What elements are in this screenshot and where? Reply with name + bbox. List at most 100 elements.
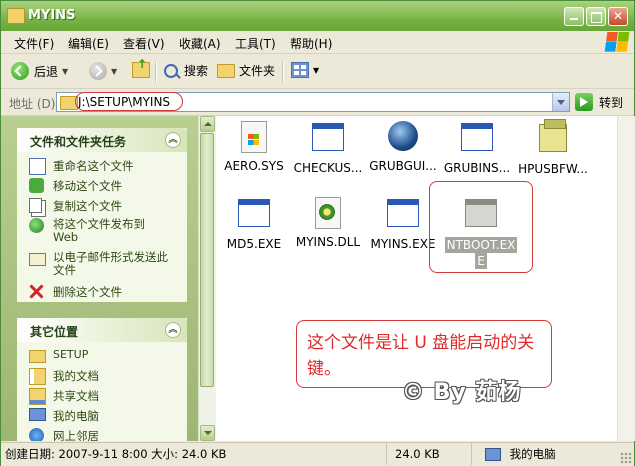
go-arrow-icon xyxy=(575,93,593,111)
back-button[interactable]: 后退 ▼ xyxy=(11,62,68,80)
go-button[interactable]: 转到 xyxy=(575,93,623,111)
scroll-up-button[interactable] xyxy=(200,116,215,132)
file-tasks-header[interactable]: 文件和文件夹任务 ︽ xyxy=(17,128,187,152)
exe-window-icon xyxy=(312,123,344,155)
file-name: MYINS.DLL xyxy=(295,235,361,249)
maximize-button[interactable] xyxy=(586,7,606,26)
file-name: AERO.SYS xyxy=(224,159,284,173)
collapse-icon[interactable]: ︽ xyxy=(165,322,181,338)
my-documents-icon xyxy=(29,368,46,385)
place-network[interactable]: 网上邻居 xyxy=(17,426,187,441)
views-dropdown-icon: ▼ xyxy=(313,65,320,75)
resize-grip-icon[interactable] xyxy=(620,452,632,464)
minimize-icon xyxy=(570,18,578,20)
place-label: SETUP xyxy=(53,348,89,361)
close-button[interactable]: ✕ xyxy=(608,7,628,26)
menu-favorites[interactable]: 收藏(A) xyxy=(179,35,221,52)
grub-icon xyxy=(387,121,419,153)
go-label: 转到 xyxy=(599,95,624,110)
address-input[interactable]: J:\SETUP\MYINS xyxy=(56,92,570,112)
task-copy[interactable]: 复制这个文件 xyxy=(17,196,187,216)
search-button[interactable]: 搜索 xyxy=(164,62,208,79)
dll-icon xyxy=(312,197,344,229)
delete-icon xyxy=(29,284,44,299)
exe-window-icon xyxy=(461,123,493,155)
back-dropdown-icon[interactable]: ▼ xyxy=(62,67,68,76)
forward-button[interactable]: ▼ xyxy=(89,62,117,80)
menu-edit[interactable]: 编辑(E) xyxy=(68,35,109,52)
window-title: MYINS xyxy=(28,8,76,23)
file-item[interactable]: AERO.SYS xyxy=(214,121,294,173)
folders-button[interactable]: 文件夹 xyxy=(217,62,275,79)
watermark: © By 茹杨 xyxy=(402,380,522,405)
other-places-header[interactable]: 其它位置 ︽ xyxy=(17,318,187,342)
folders-icon xyxy=(217,63,235,78)
file-tasks-panel: 文件和文件夹任务 ︽ 重命名这个文件 移动这个文件 复制这个文件 将这个文件发布… xyxy=(17,128,187,302)
my-computer-icon xyxy=(485,448,501,461)
file-name: CHECKUS... xyxy=(293,161,363,175)
views-icon xyxy=(291,62,309,78)
close-icon: ✕ xyxy=(612,9,624,23)
windows-logo-icon xyxy=(604,32,630,52)
minimize-button[interactable] xyxy=(564,7,584,26)
menu-file[interactable]: 文件(F) xyxy=(14,35,54,52)
menu-bar: 文件(F) 编辑(E) 查看(V) 收藏(A) 工具(T) 帮助(H) xyxy=(1,31,634,54)
toolbar: 后退 ▼ ▼ ↑ 搜索 文件夹 ▼ xyxy=(1,54,634,89)
forward-dropdown-icon[interactable]: ▼ xyxy=(111,67,117,76)
status-location: 我的电脑 xyxy=(485,443,615,465)
place-my-computer[interactable]: 我的电脑 xyxy=(17,406,187,426)
address-dropdown-button[interactable] xyxy=(552,93,569,111)
status-size-text: 24.0 KB xyxy=(395,447,440,461)
task-move[interactable]: 移动这个文件 xyxy=(17,176,187,196)
title-bar[interactable]: MYINS ✕ xyxy=(1,1,634,31)
views-button[interactable]: ▼ xyxy=(291,62,319,78)
up-folder-button[interactable]: ↑ xyxy=(132,58,150,78)
task-delete[interactable]: 删除这个文件 xyxy=(17,282,187,302)
file-item[interactable]: GRUBGUI... xyxy=(363,121,443,173)
system-file-icon xyxy=(238,121,270,153)
place-my-documents[interactable]: 我的文档 xyxy=(17,366,187,386)
collapse-icon[interactable]: ︽ xyxy=(165,132,181,148)
folder-icon xyxy=(29,350,46,363)
file-item[interactable]: MD5.EXE xyxy=(214,197,294,251)
highlight-circle xyxy=(429,181,533,273)
file-item[interactable]: MYINS.DLL xyxy=(288,197,368,249)
address-bar: 地址 (D) J:\SETUP\MYINS 转到 xyxy=(1,89,634,116)
menu-help[interactable]: 帮助(H) xyxy=(290,35,332,52)
place-shared-documents[interactable]: 共享文档 xyxy=(17,386,187,406)
task-label: 将这个文件发布到 Web xyxy=(53,217,145,244)
file-name: GRUBINS... xyxy=(443,161,511,175)
network-icon xyxy=(29,428,44,441)
task-publish-web[interactable]: 将这个文件发布到 Web xyxy=(17,216,187,249)
rename-icon xyxy=(29,158,46,175)
task-label: 以电子邮件形式发送此文件 xyxy=(53,250,168,277)
file-tasks-title: 文件和文件夹任务 xyxy=(30,135,127,149)
my-computer-icon xyxy=(29,408,46,421)
file-item[interactable]: HPUSBFW... xyxy=(513,119,593,176)
folders-label: 文件夹 xyxy=(239,64,276,78)
file-item[interactable]: GRUBINS... xyxy=(437,121,517,175)
publish-web-icon xyxy=(29,218,44,233)
back-arrow-icon xyxy=(11,62,29,80)
scroll-down-button[interactable] xyxy=(200,425,215,441)
task-rename[interactable]: 重命名这个文件 xyxy=(17,156,187,176)
address-label: 地址 (D) xyxy=(9,97,56,111)
menu-view[interactable]: 查看(V) xyxy=(123,35,165,52)
shared-documents-icon xyxy=(29,388,46,405)
maximize-icon xyxy=(590,12,602,23)
file-list-scrollbar[interactable] xyxy=(617,116,635,441)
file-item[interactable]: CHECKUS... xyxy=(288,121,368,175)
place-label: 共享文档 xyxy=(53,389,99,403)
place-label: 我的文档 xyxy=(53,369,99,383)
task-label: 复制这个文件 xyxy=(53,199,122,213)
search-icon xyxy=(164,63,178,78)
task-label: 重命名这个文件 xyxy=(53,159,134,173)
back-label: 后退 xyxy=(34,64,59,79)
other-places-panel: 其它位置 ︽ SETUP 我的文档 共享文档 我的电脑 网上邻居 xyxy=(17,318,187,441)
status-bar: 创建日期: 2007-9-11 8:00 大小: 24.0 KB 24.0 KB… xyxy=(1,442,634,466)
place-setup[interactable]: SETUP xyxy=(17,346,187,366)
scroll-thumb[interactable] xyxy=(200,133,214,387)
explorer-window: MYINS ✕ 文件(F) 编辑(E) 查看(V) 收藏(A) 工具(T) 帮助… xyxy=(0,0,635,466)
menu-tools[interactable]: 工具(T) xyxy=(235,35,276,52)
task-email[interactable]: 以电子邮件形式发送此文件 xyxy=(17,249,187,282)
